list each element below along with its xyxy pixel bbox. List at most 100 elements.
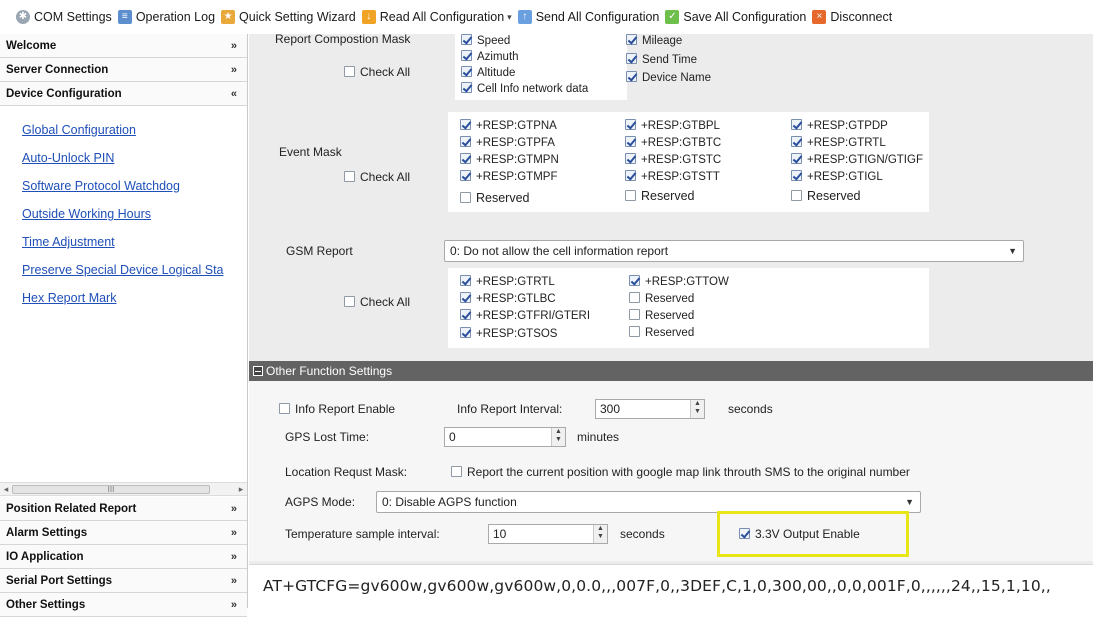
- sidebar-section-other-settings[interactable]: Other Settings »: [0, 593, 247, 617]
- option-device-name[interactable]: Device Name: [626, 71, 711, 84]
- spinner-icon[interactable]: ▲ ▼: [690, 400, 704, 418]
- checkbox[interactable]: [460, 119, 471, 130]
- save-all-configuration-button[interactable]: ✓ Save All Configuration: [665, 10, 806, 24]
- checkbox[interactable]: [344, 66, 355, 77]
- spinner-icon[interactable]: ▲ ▼: [593, 525, 607, 543]
- event-gtmpn[interactable]: +RESP:GTMPN: [460, 153, 559, 166]
- other-function-settings-header[interactable]: Other Function Settings: [249, 361, 1093, 381]
- checkbox[interactable]: [460, 327, 471, 338]
- sidebar-horizontal-scrollbar[interactable]: ◂ III ▸: [0, 482, 247, 496]
- event-reserved-2[interactable]: Reserved: [625, 189, 695, 203]
- collapse-icon[interactable]: [253, 366, 263, 376]
- checkbox[interactable]: [629, 326, 640, 337]
- scrollbar-thumb[interactable]: III: [12, 485, 210, 494]
- send-all-configuration-button[interactable]: ↑ Send All Configuration: [517, 10, 659, 24]
- gsm-reserved-3[interactable]: Reserved: [629, 326, 694, 339]
- option-send-time[interactable]: Send Time: [626, 53, 697, 66]
- sidebar-section-welcome[interactable]: Welcome »: [0, 34, 247, 58]
- checkbox[interactable]: [625, 190, 636, 201]
- option-azimuth[interactable]: Azimuth: [461, 50, 519, 63]
- sidebar-link-outside-working-hours[interactable]: Outside Working Hours: [22, 200, 246, 228]
- checkbox[interactable]: [460, 153, 471, 164]
- event-gtstt[interactable]: +RESP:GTSTT: [625, 170, 720, 183]
- sidebar-link-software-protocol-watchdog[interactable]: Software Protocol Watchdog: [22, 172, 246, 200]
- checkbox[interactable]: [629, 292, 640, 303]
- location-request-mask-option[interactable]: Report the current position with google …: [451, 465, 910, 479]
- checkbox[interactable]: [461, 82, 472, 93]
- gsm-gtrtl[interactable]: +RESP:GTRTL: [460, 275, 555, 288]
- checkbox[interactable]: [460, 192, 471, 203]
- sidebar-section-alarm-settings[interactable]: Alarm Settings »: [0, 521, 247, 545]
- option-cell-info[interactable]: Cell Info network data: [461, 82, 588, 95]
- option-speed[interactable]: Speed: [461, 34, 510, 47]
- sidebar-link-auto-unlock-pin[interactable]: Auto-Unlock PIN: [22, 144, 246, 172]
- event-reserved-3[interactable]: Reserved: [791, 189, 861, 203]
- chevron-down-icon[interactable]: ▾: [507, 12, 512, 23]
- checkbox[interactable]: [344, 296, 355, 307]
- event-mask-check-all[interactable]: Check All: [344, 170, 410, 184]
- sidebar-link-time-adjustment[interactable]: Time Adjustment: [22, 228, 246, 256]
- quick-setting-wizard-button[interactable]: ★ Quick Setting Wizard: [221, 10, 356, 24]
- event-gtstc[interactable]: +RESP:GTSTC: [625, 153, 721, 166]
- checkbox[interactable]: [626, 71, 637, 82]
- gsm-gttow[interactable]: +RESP:GTTOW: [629, 275, 729, 288]
- scroll-right-icon[interactable]: ▸: [236, 483, 246, 496]
- spinner-icon[interactable]: ▲ ▼: [551, 428, 565, 446]
- checkbox[interactable]: [791, 190, 802, 201]
- checkbox[interactable]: [629, 275, 640, 286]
- event-gtpdp[interactable]: +RESP:GTPDP: [791, 119, 888, 132]
- event-gtrtl[interactable]: +RESP:GTRTL: [791, 136, 886, 149]
- checkbox[interactable]: [460, 136, 471, 147]
- event-gtign-gtigf[interactable]: +RESP:GTIGN/GTIGF: [791, 153, 923, 166]
- checkbox[interactable]: [460, 309, 471, 320]
- checkbox[interactable]: [626, 34, 637, 45]
- gsm-gtsos[interactable]: +RESP:GTSOS: [460, 327, 557, 340]
- checkbox[interactable]: [625, 136, 636, 147]
- checkbox[interactable]: [461, 50, 472, 61]
- event-gtbpl[interactable]: +RESP:GTBPL: [625, 119, 720, 132]
- info-report-enable[interactable]: Info Report Enable: [279, 402, 395, 416]
- checkbox[interactable]: [344, 171, 355, 182]
- checkbox[interactable]: [625, 153, 636, 164]
- checkbox[interactable]: [791, 170, 802, 181]
- checkbox[interactable]: [625, 170, 636, 181]
- operation-log-button[interactable]: ≡ Operation Log: [117, 10, 215, 24]
- checkbox[interactable]: [791, 153, 802, 164]
- event-gtpna[interactable]: +RESP:GTPNA: [460, 119, 557, 132]
- gps-lost-time-input[interactable]: 0 ▲ ▼: [444, 427, 566, 447]
- sidebar-section-serial-port-settings[interactable]: Serial Port Settings »: [0, 569, 247, 593]
- gsm-report-check-all[interactable]: Check All: [344, 295, 410, 309]
- sidebar-link-hex-report-mark[interactable]: Hex Report Mark: [22, 284, 246, 312]
- event-gtigl[interactable]: +RESP:GTIGL: [791, 170, 883, 183]
- option-mileage[interactable]: Mileage: [626, 34, 682, 47]
- read-all-configuration-button[interactable]: ↓ Read All Configuration ▾: [361, 10, 512, 24]
- option-altitude[interactable]: Altitude: [461, 66, 515, 79]
- gsm-reserved-2[interactable]: Reserved: [629, 309, 694, 322]
- checkbox[interactable]: [279, 403, 290, 414]
- checkbox[interactable]: [460, 275, 471, 286]
- sidebar-link-global-configuration[interactable]: Global Configuration: [22, 116, 246, 144]
- gsm-gtfri-gteri[interactable]: +RESP:GTFRI/GTERI: [460, 309, 590, 322]
- checkbox[interactable]: [791, 136, 802, 147]
- event-reserved-1[interactable]: Reserved: [460, 191, 530, 205]
- sidebar-link-preserve-special-device[interactable]: Preserve Special Device Logical Sta: [22, 256, 246, 284]
- event-gtbtc[interactable]: +RESP:GTBTC: [625, 136, 721, 149]
- report-composition-check-all[interactable]: Check All: [344, 65, 410, 79]
- checkbox[interactable]: [626, 53, 637, 64]
- disconnect-button[interactable]: × Disconnect: [812, 10, 892, 24]
- gsm-report-select[interactable]: 0: Do not allow the cell information rep…: [444, 240, 1024, 262]
- checkbox[interactable]: [629, 309, 640, 320]
- checkbox[interactable]: [461, 66, 472, 77]
- checkbox[interactable]: [460, 170, 471, 181]
- output-enable-checkbox[interactable]: 3.3V Output Enable: [739, 527, 860, 541]
- gsm-reserved-1[interactable]: Reserved: [629, 292, 694, 305]
- event-gtpfa[interactable]: +RESP:GTPFA: [460, 136, 555, 149]
- checkbox[interactable]: [461, 34, 472, 45]
- checkbox[interactable]: [791, 119, 802, 130]
- sidebar-section-server-connection[interactable]: Server Connection »: [0, 58, 247, 82]
- scroll-left-icon[interactable]: ◂: [1, 483, 11, 496]
- temperature-interval-input[interactable]: 10 ▲ ▼: [488, 524, 608, 544]
- info-report-interval-input[interactable]: 300 ▲ ▼: [595, 399, 705, 419]
- sidebar-section-device-configuration[interactable]: Device Configuration «: [0, 82, 247, 106]
- sidebar-section-io-application[interactable]: IO Application »: [0, 545, 247, 569]
